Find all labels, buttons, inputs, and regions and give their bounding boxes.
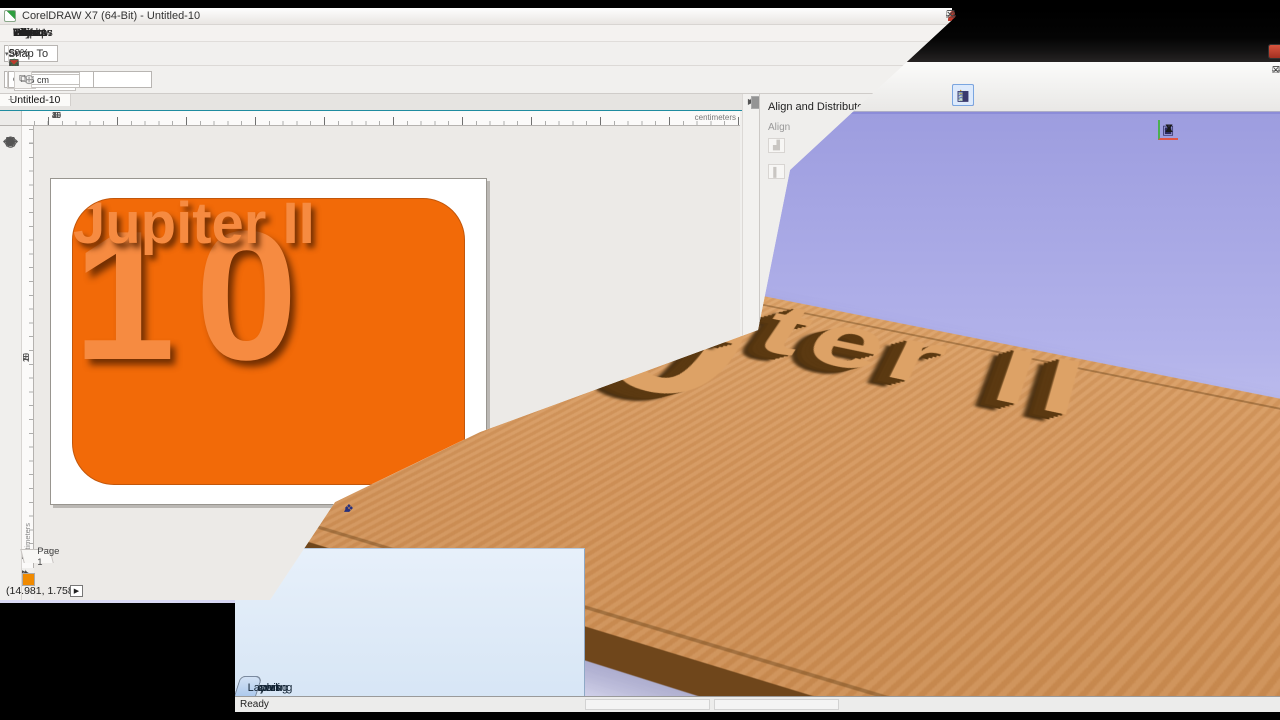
letterbox-top — [0, 0, 1280, 8]
house-number-design[interactable]: 10 Jupiter II — [72, 198, 465, 485]
vertical-ruler[interactable]: 20 15 10 5 0 centimeters — [22, 126, 34, 568]
layout-vertical-icon[interactable]: ◨ — [952, 84, 974, 106]
coreldraw-titlebar[interactable]: CorelDRAW X7 (64-Bit) - Untitled-10 — ❐ … — [0, 8, 957, 25]
align-right-button[interactable]: ▟ — [768, 138, 785, 153]
close-button[interactable]: ✕ — [1268, 44, 1280, 59]
menu-item[interactable]: Help — [6, 27, 43, 39]
window-title: CorelDRAW X7 (64-Bit) - Untitled-10 — [22, 10, 201, 22]
page-tab[interactable]: Page 1 — [20, 545, 59, 567]
menu-bar: File Edit View Layout Object Effects Bitmaps Te… — [0, 25, 952, 42]
toolbox: ➤ ✐ ◉ ✎ ∿ ▭ ◯ ✶ A ⟷ ∟ ❏ ▨ ✧ ◆ ✦ ⊕ — [0, 126, 22, 600]
docker-title: Align and Distribute — [768, 101, 864, 113]
document-page: 10 Jupiter II — [50, 178, 487, 505]
ruler-number: 45 — [52, 111, 61, 120]
status-cell — [714, 699, 839, 710]
property-bar: F4 ▾ ▭ 33.0 cm ▴▾ ▯ 21.0 cm ▴▾ ▯ — [0, 66, 952, 94]
doc-close-button[interactable]: ✕ — [1272, 65, 1280, 76]
video-frame: — ❐ ✕ — ❐ ✕ ⤢◪▦✚◉◉◉↯≋◍◫◨ Toolpaths ▣⌖ZXY — [0, 0, 1280, 720]
align-middle-button[interactable]: ▌ — [768, 164, 785, 179]
new-document-tab[interactable]: + — [0, 94, 22, 106]
ruler-origin-button[interactable] — [0, 111, 22, 126]
status-text: Ready — [240, 699, 269, 710]
add-control-button[interactable]: ⊕ — [20, 71, 38, 89]
ruler-unit-label: centimeters — [694, 113, 736, 122]
letterbox-bottom — [0, 712, 1280, 720]
status-cell — [585, 699, 710, 710]
y-axis-view-icon[interactable]: Y — [1158, 120, 1178, 140]
status-expand-button[interactable]: ▶ — [70, 585, 83, 597]
horizontal-ruler[interactable]: 0 5 10 15 20 25 30 35 40 45 centimeters — [22, 111, 740, 126]
black-masked-region — [0, 603, 235, 713]
standard-toolbar: ❏◰▤▥ ✂❐▨ ↶ ▾ ↷ ▾ F ⇩⇧▦ 50% ▾ — [0, 42, 952, 70]
mini-arrow-icon[interactable]: ▴ — [344, 502, 350, 515]
design-name-text: Jupiter II — [73, 198, 315, 256]
ruler-number: 0 — [22, 355, 31, 361]
add-tool-button[interactable]: ⊕ — [2, 128, 20, 154]
align-section-label: Align — [768, 122, 791, 133]
coreldraw-app-icon — [4, 10, 16, 22]
